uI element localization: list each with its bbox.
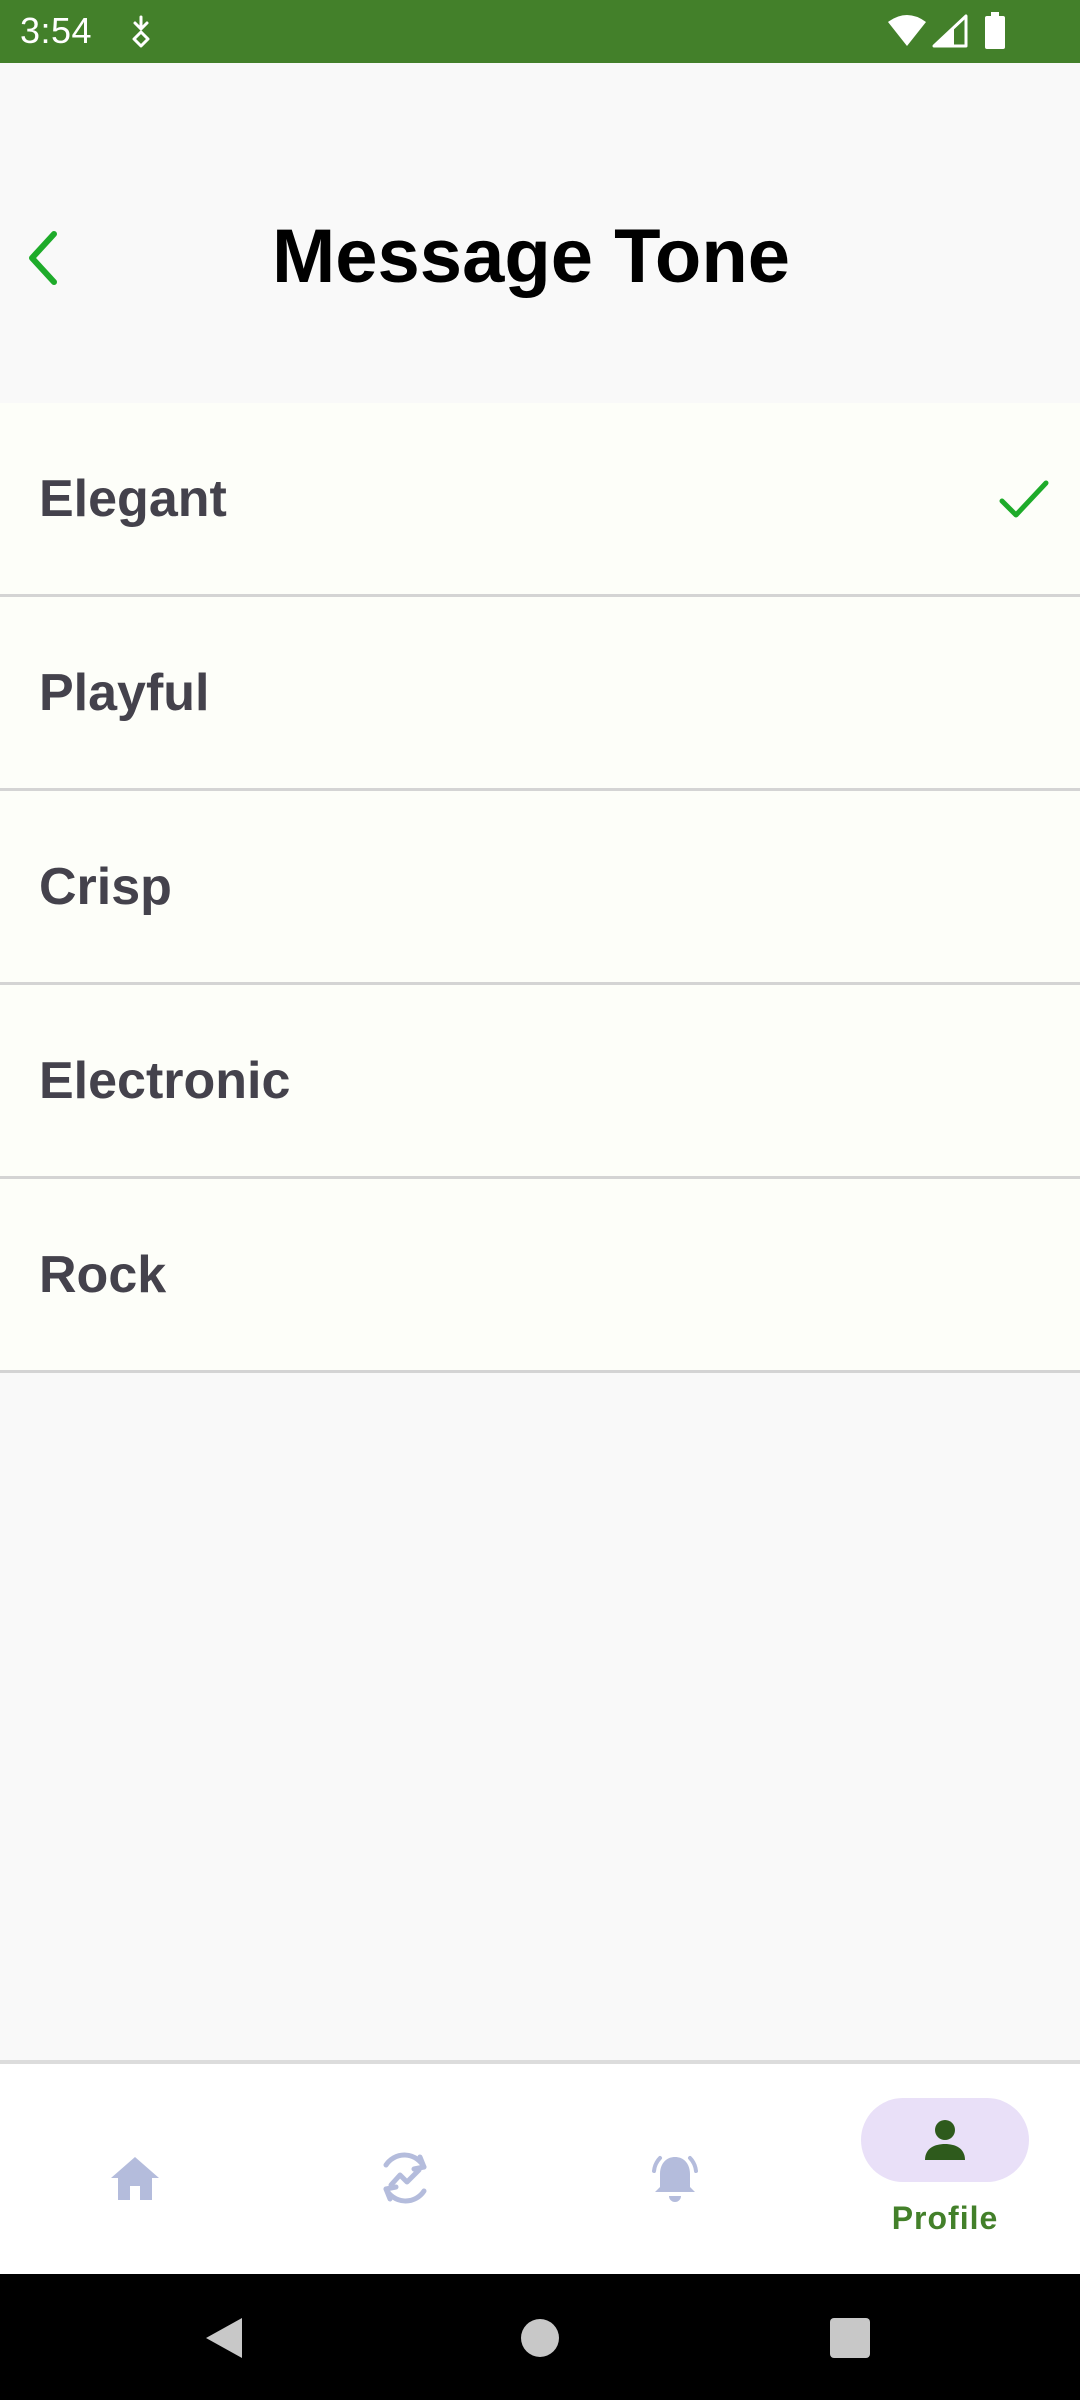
tone-option-playful[interactable]: Playful <box>0 597 1080 791</box>
tone-list: Elegant Playful Crisp Electronic Rock <box>0 403 1080 1373</box>
nav-profile[interactable]: Profile <box>810 2064 1080 2274</box>
cell-signal-icon <box>932 14 968 48</box>
tone-option-elegant[interactable]: Elegant <box>0 403 1080 597</box>
nav-label-profile: Profile <box>891 2200 999 2236</box>
nav-icon-container <box>51 2136 219 2220</box>
recents-square-icon[interactable] <box>822 2310 878 2366</box>
home-icon <box>111 2157 159 2200</box>
activity-sync-icon <box>383 2152 427 2204</box>
wifi-icon <box>888 15 926 46</box>
nav-active-indicator <box>861 2098 1029 2182</box>
bottom-navigation: Profile <box>0 2060 1080 2274</box>
bell-icon <box>652 2156 698 2202</box>
tone-option-rock[interactable]: Rock <box>0 1179 1080 1373</box>
nav-notifications[interactable] <box>540 2064 810 2274</box>
tone-label: Electronic <box>39 1051 291 1110</box>
header: Message Tone <box>0 63 1080 403</box>
nav-icon-container <box>591 2136 759 2220</box>
status-time: 3:54 <box>20 10 93 51</box>
tone-label: Rock <box>39 1245 167 1304</box>
tone-option-electronic[interactable]: Electronic <box>0 985 1080 1179</box>
system-navigation-bar <box>0 2274 1080 2400</box>
battery-icon <box>985 12 1005 49</box>
tone-label: Playful <box>39 663 210 722</box>
tone-option-crisp[interactable]: Crisp <box>0 791 1080 985</box>
page-title: Message Tone <box>271 214 791 299</box>
back-triangle-icon[interactable] <box>196 2310 252 2366</box>
status-bar: 3:54 <box>0 0 1080 63</box>
download-activity-icon <box>132 15 150 48</box>
nav-icon-container <box>321 2136 489 2220</box>
tone-label: Elegant <box>39 469 227 528</box>
person-icon <box>925 2120 965 2160</box>
nav-home[interactable] <box>0 2064 270 2274</box>
tone-label: Crisp <box>39 857 172 916</box>
check-icon <box>999 480 1049 517</box>
nav-activity[interactable] <box>270 2064 540 2274</box>
home-circle-icon[interactable] <box>512 2310 568 2366</box>
